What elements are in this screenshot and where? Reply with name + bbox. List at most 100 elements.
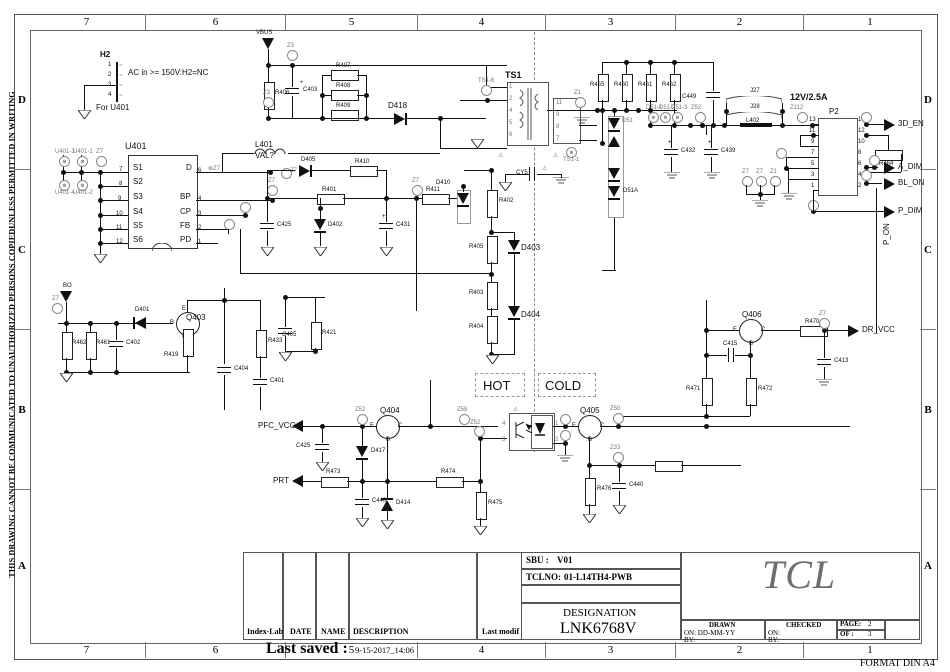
u401-pin-name-s2: S2 [133, 177, 143, 186]
net-tag-label-z7: Z7 [96, 149, 104, 155]
ground-symbol [94, 254, 107, 263]
h2-ac-note: AC in >= 150V:H2=NC [128, 68, 209, 77]
resistor-r476 [746, 378, 757, 406]
u401-pin-name-cp: CP [180, 207, 192, 216]
col-label-5-top: 5 [286, 14, 418, 30]
capacitor-c418 [260, 222, 274, 230]
col-label-2-bottom: 2 [676, 642, 804, 658]
last-saved-label: Last saved : [266, 640, 348, 657]
tclno-value: 01-L14TH4-PWB [564, 572, 633, 582]
rev-header-date: DATE [290, 627, 312, 636]
u401-pin-name-s6: S6 [133, 235, 143, 244]
resistor-r421 [311, 322, 322, 350]
of-value: 3 [868, 630, 872, 638]
resistor-r411 [422, 194, 450, 205]
capacitor-c431 [664, 148, 678, 156]
drawn-by: BY: [684, 636, 696, 644]
diode-d404 [508, 306, 520, 317]
row-label-D-right: D [920, 30, 936, 170]
resistor-r403 [487, 282, 498, 310]
diode-d401 [135, 317, 146, 329]
last-saved-value: 9-15-2017_14:06 [355, 645, 415, 655]
optocoupler-symbol [515, 421, 545, 439]
net-label-pfc-vcc: PFC_VCC [258, 421, 296, 430]
rev-header-name: NAME [321, 627, 346, 636]
net-arrow-bl-on [884, 178, 895, 190]
u401-pin-name-s3: S3 [133, 192, 143, 201]
resistor-r473 [585, 478, 596, 506]
diode-d403 [508, 240, 520, 251]
u401-pin-num-9: 9 [118, 196, 122, 202]
page-extra-cell [885, 620, 920, 640]
net-label-bo: BO [63, 283, 72, 289]
page-label: PAGE: [840, 620, 862, 628]
net-tag-z7 [96, 156, 107, 167]
sbu-label: SBU : [526, 555, 549, 565]
column-ruler-bottom: 7 6 5 4 3 2 1 [14, 642, 936, 658]
u401-pin-num-11: 11 [116, 225, 123, 231]
h2-pin-2: 2 [108, 72, 112, 78]
row-label-C-right: C [920, 170, 936, 330]
ic-notch [152, 243, 172, 251]
net-arrow-prt [292, 475, 303, 487]
resistor-r463 [670, 74, 681, 102]
net-arrow-vbus [262, 38, 274, 49]
net-label-dr-vcc: DR_VCC [862, 325, 895, 334]
capacitor-c425 [315, 443, 329, 451]
net-label-vbus: VBUS [256, 30, 273, 36]
col-label-1-bottom: 1 [867, 644, 873, 656]
connector-body-p2 [818, 118, 858, 196]
tclno-label: TCLNO: [526, 572, 562, 582]
resistor-r410 [350, 166, 378, 177]
u401-pin-name-d: D [186, 163, 192, 172]
diode-d402 [314, 219, 326, 230]
capacitor-c415 [727, 348, 735, 362]
capacitor-c404 [217, 366, 231, 374]
resistor-r460 [598, 74, 609, 102]
u401-pin-name-pd: PD [180, 235, 192, 244]
u401-pin-name-s4: S4 [133, 207, 143, 216]
row-label-B-right: B [920, 330, 936, 490]
col-label-4-top: 4 [418, 14, 546, 30]
net-arrow-a-dim [884, 162, 895, 174]
brand-logo: TCL [762, 552, 837, 597]
col-label-1-top: 1 [867, 16, 873, 28]
net-arrow-3d-en [884, 119, 895, 131]
capacitor-c403 [285, 87, 299, 95]
wire [84, 85, 117, 86]
col-label-4-bottom: 4 [418, 642, 546, 658]
connector-ref-h2: H2 [100, 50, 111, 59]
confidentiality-note: THIS DRAWING CANNOT BE COMMUNICATED TO U… [7, 91, 17, 578]
transistor-q404 [376, 415, 400, 439]
resistor-r430 [86, 332, 97, 360]
of-label: OF : [840, 630, 854, 638]
net-label-3d-en: 3D_EN [898, 119, 924, 128]
sbu-value: V01 [557, 555, 573, 565]
col-label-2-top: 2 [676, 14, 804, 30]
resistor-r474 [655, 461, 683, 472]
rev-header-description: DESCRIPTION [353, 627, 409, 636]
h2-pin-1: 1 [108, 62, 112, 68]
capacitor-c432 [704, 148, 718, 156]
resistor-r409 [331, 110, 359, 121]
u401-pin-num-1: 1 [198, 239, 202, 245]
resistor-r431 [62, 332, 73, 360]
hot-label: HOT [483, 378, 511, 393]
jumper-ref-j28: J28 [750, 104, 760, 110]
diode-d405 [299, 165, 310, 177]
capacitor-c440 [355, 498, 369, 506]
transformer-ref-ts1: TS1 [505, 70, 522, 80]
col-label-3-bottom: 3 [546, 642, 676, 658]
u401-pin-num-2: 2 [198, 225, 202, 231]
resistor-r470 [436, 477, 464, 488]
col-label-6-top: 6 [146, 14, 286, 30]
rail-label-12v: 12V/2.5A [790, 92, 828, 102]
net-label-bl-on: BL_ON [898, 178, 925, 187]
capacitor-c401 [253, 378, 267, 386]
resistor-r408 [331, 90, 359, 101]
resistor-r472 [476, 492, 487, 520]
resistor-r402 [487, 190, 498, 218]
rev-header-last-modif: Last modif [482, 627, 520, 636]
u401-pin-num-4: 4 [198, 196, 202, 202]
checked-label: CHECKED [786, 621, 822, 629]
